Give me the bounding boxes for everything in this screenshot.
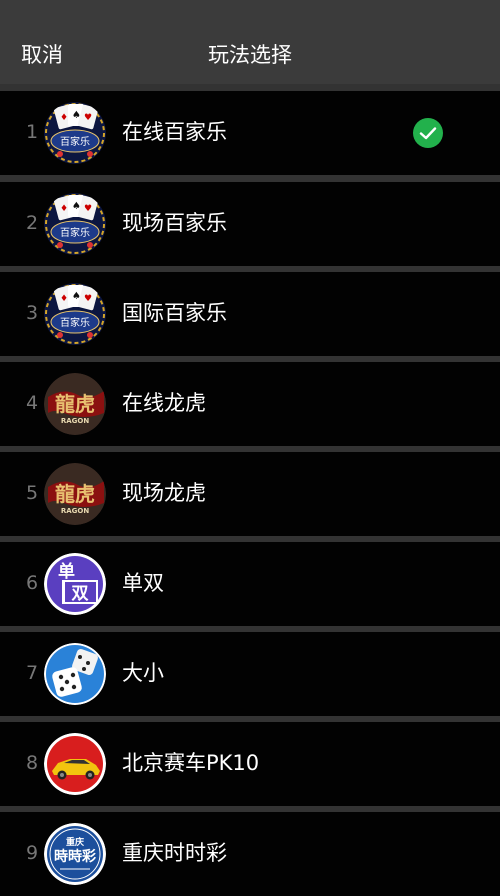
race-car-icon bbox=[44, 733, 106, 795]
svg-text:♥: ♥ bbox=[84, 204, 92, 214]
item-index: 8 bbox=[25, 752, 39, 774]
item-label: 大小 bbox=[122, 661, 164, 685]
icon-text: 百家乐 bbox=[60, 226, 90, 239]
check-icon bbox=[413, 118, 443, 148]
row-divider bbox=[0, 625, 500, 632]
dragon-tiger-icon: 龍虎 RAGON bbox=[44, 463, 106, 525]
row-divider bbox=[0, 355, 500, 362]
item-index: 2 bbox=[25, 212, 39, 234]
item-label: 单双 bbox=[122, 571, 164, 595]
icon-text: 百家乐 bbox=[60, 316, 90, 329]
lottery-icon: 重庆 時時彩 bbox=[44, 823, 106, 885]
list-item-pk10[interactable]: 8 北京赛车PK10 bbox=[0, 722, 500, 806]
icon-text: 重庆 bbox=[66, 836, 84, 848]
baccarat-icon: ♦ ♠ ♥ 百家乐 bbox=[44, 193, 106, 255]
row-divider bbox=[0, 84, 500, 91]
icon-text: 龍虎 bbox=[55, 392, 95, 416]
icon-text: 单 bbox=[58, 561, 75, 582]
item-label: 北京赛车PK10 bbox=[122, 751, 260, 775]
item-index: 7 bbox=[25, 662, 39, 684]
row-divider bbox=[0, 805, 500, 812]
svg-text:♥: ♥ bbox=[84, 294, 92, 304]
item-label: 国际百家乐 bbox=[122, 301, 227, 325]
row-divider bbox=[0, 445, 500, 452]
baccarat-icon: ♦ ♠ ♥ 百家乐 bbox=[44, 283, 106, 345]
baccarat-icon: ♦ ♠ ♥ 百家乐 bbox=[44, 102, 106, 164]
item-label: 现场龙虎 bbox=[122, 481, 206, 505]
item-index: 5 bbox=[25, 482, 39, 504]
dice-icon bbox=[44, 643, 106, 705]
svg-text:♦: ♦ bbox=[60, 294, 68, 304]
item-index: 9 bbox=[25, 842, 39, 864]
list-item-live-dragon-tiger[interactable]: 5 龍虎 RAGON 现场龙虎 bbox=[0, 452, 500, 536]
item-label: 在线百家乐 bbox=[122, 120, 227, 144]
list-item-online-baccarat[interactable]: 1 ♦ ♠ ♥ 百家乐 在线百家乐 bbox=[0, 91, 500, 175]
svg-text:♠: ♠ bbox=[72, 201, 81, 212]
top-bar: 取消 玩法选择 bbox=[0, 0, 500, 85]
icon-text: 時時彩 bbox=[54, 848, 96, 865]
svg-text:♦: ♦ bbox=[60, 204, 68, 214]
svg-text:♥: ♥ bbox=[84, 113, 92, 123]
list-item-intl-baccarat[interactable]: 3 ♦ ♠ ♥ 百家乐 国际百家乐 bbox=[0, 272, 500, 356]
page-title: 玩法选择 bbox=[208, 43, 292, 67]
item-index: 6 bbox=[25, 572, 39, 594]
item-label: 现场百家乐 bbox=[122, 211, 227, 235]
item-index: 4 bbox=[25, 392, 39, 414]
svg-text:♦: ♦ bbox=[60, 113, 68, 123]
dragon-tiger-icon: 龍虎 RAGON bbox=[44, 373, 106, 435]
row-divider bbox=[0, 175, 500, 182]
item-label: 在线龙虎 bbox=[122, 391, 206, 415]
icon-subtext: RAGON bbox=[61, 417, 90, 425]
item-index: 3 bbox=[25, 302, 39, 324]
icon-text: 百家乐 bbox=[60, 135, 90, 148]
row-divider bbox=[0, 535, 500, 542]
svg-text:♠: ♠ bbox=[72, 291, 81, 302]
row-divider bbox=[0, 715, 500, 722]
item-index: 1 bbox=[25, 121, 39, 143]
odd-even-icon: 单 双 bbox=[44, 553, 106, 615]
list-item-odd-even[interactable]: 6 单 双 单双 bbox=[0, 542, 500, 626]
item-label: 重庆时时彩 bbox=[122, 841, 227, 865]
list-item-big-small[interactable]: 7 大小 bbox=[0, 632, 500, 716]
row-divider bbox=[0, 265, 500, 272]
icon-subtext: RAGON bbox=[61, 507, 90, 515]
icon-text: 双 bbox=[72, 584, 89, 604]
list-item-chongqing-lottery[interactable]: 9 重庆 時時彩 重庆时时彩 bbox=[0, 812, 500, 896]
svg-text:♠: ♠ bbox=[72, 110, 81, 121]
list-item-online-dragon-tiger[interactable]: 4 龍虎 RAGON 在线龙虎 bbox=[0, 362, 500, 446]
icon-text: 龍虎 bbox=[55, 482, 95, 506]
list-item-live-baccarat[interactable]: 2 ♦ ♠ ♥ 百家乐 现场百家乐 bbox=[0, 182, 500, 266]
